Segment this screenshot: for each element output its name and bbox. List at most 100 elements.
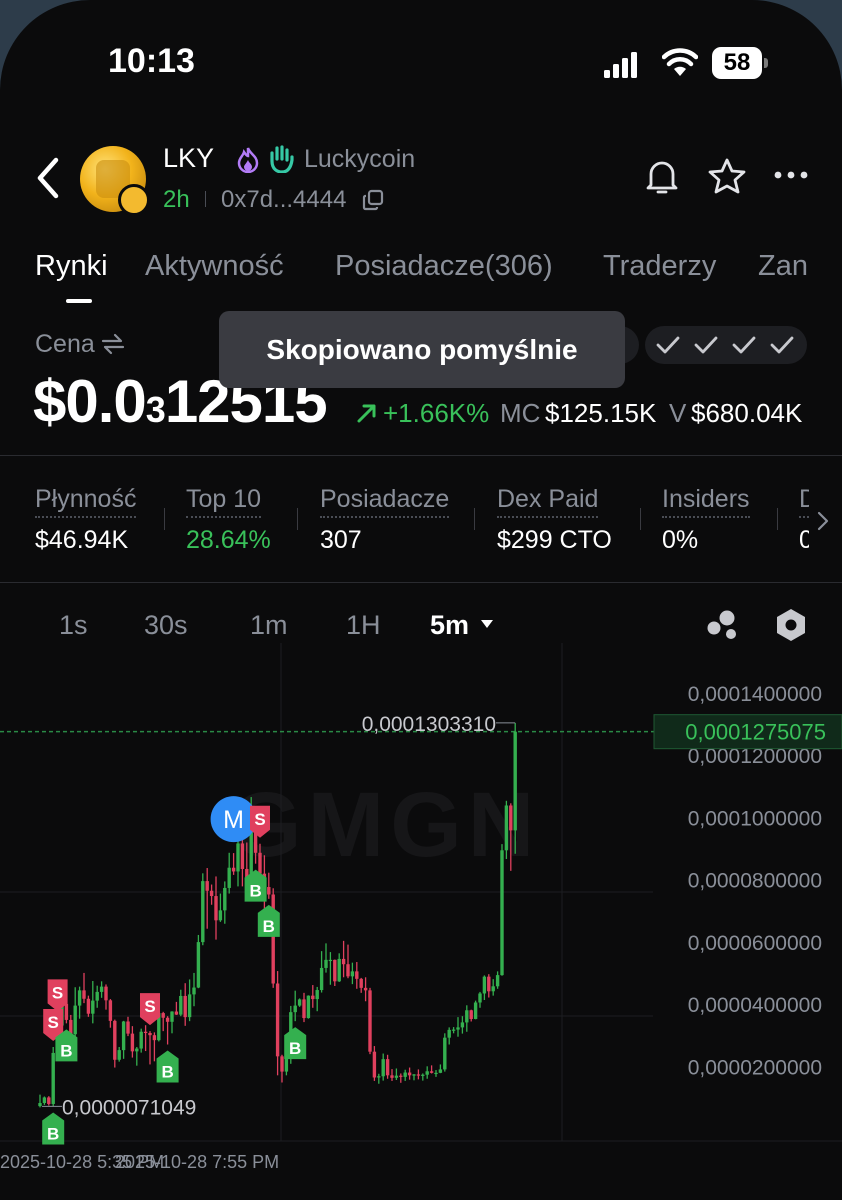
candle-body [135, 1048, 139, 1052]
tab-posiadacze[interactable]: Posiadacze(306) [335, 250, 553, 283]
candle-body [372, 1051, 377, 1078]
tab-aktywnosc[interactable]: Aktywność [145, 250, 284, 283]
token-name: Luckycoin [304, 145, 416, 173]
interval-1s[interactable]: 1s [59, 610, 88, 641]
token-symbol: LKY [163, 143, 215, 173]
y-axis-tick-label: 0,0001400000 [688, 683, 822, 706]
candle-body [399, 1075, 403, 1077]
market-cap-value: $125.15K [545, 398, 657, 428]
stat-d-label[interactable]: D [799, 485, 809, 518]
low-annotation-label: 0,0000071049 [62, 1096, 196, 1119]
star-icon[interactable] [707, 157, 747, 195]
divider [640, 508, 641, 530]
candle-body [438, 1069, 443, 1073]
candle [306, 995, 311, 1019]
divider [474, 508, 475, 530]
stat-holders-label[interactable]: Posiadacze [320, 485, 450, 518]
candle-body [293, 1005, 297, 1013]
candle-body [319, 967, 324, 991]
candle-body [368, 990, 372, 1052]
candle-body [95, 991, 99, 1001]
trade-marker-m: M [210, 796, 257, 843]
divider [205, 191, 206, 207]
candle-body [377, 1076, 381, 1078]
candle-body [86, 998, 91, 1014]
swap-icon[interactable] [101, 333, 125, 355]
candle-body [346, 964, 350, 977]
candle-body [500, 850, 504, 976]
marker-letter: M [223, 806, 244, 834]
tab-zan[interactable]: Zan [758, 250, 808, 283]
volume-label: V [669, 398, 687, 428]
candle-body [99, 986, 104, 992]
active-tab-indicator [66, 299, 92, 303]
contract-address[interactable]: 0x7d...4444 [221, 186, 346, 214]
high-annotation-label: 0,0001303310 [362, 713, 496, 736]
candle-body [394, 1075, 399, 1078]
more-options-icon[interactable] [774, 170, 808, 180]
interval-1h[interactable]: 1H [346, 610, 381, 641]
interval-5m[interactable]: 5m [430, 610, 469, 641]
settings-hexagon-icon[interactable] [774, 607, 808, 643]
caret-down-icon[interactable] [480, 619, 494, 629]
x-axis-label: 2025-10-28 7:55 PM [115, 1152, 279, 1172]
marker-letter: B [161, 1063, 173, 1082]
candle-body [240, 843, 245, 869]
divider [0, 455, 842, 456]
y-axis-tick-label: 0,0000200000 [688, 1056, 822, 1079]
candle-body [126, 1021, 130, 1034]
check-icon [656, 336, 680, 354]
candle-body [104, 986, 108, 1001]
candle-body [201, 881, 205, 943]
candle-body [434, 1072, 438, 1075]
candle-body [421, 1074, 425, 1076]
candle [500, 844, 504, 976]
marker-letter: B [289, 1039, 301, 1058]
chevron-right-icon[interactable] [816, 510, 830, 532]
candle-body [403, 1072, 407, 1077]
interval-30s[interactable]: 30s [144, 610, 188, 641]
candle-body [407, 1072, 412, 1076]
candle-body [121, 1021, 126, 1051]
stat-insiders-label[interactable]: Insiders [662, 485, 750, 518]
candle-body [311, 995, 315, 1000]
interval-1m[interactable]: 1m [250, 610, 288, 641]
candle-body [337, 958, 341, 982]
tab-rynki[interactable]: Rynki [35, 250, 108, 283]
current-price-label: 0,0001275075 [685, 720, 826, 745]
candle-body [113, 1020, 117, 1060]
candle-body [148, 1032, 152, 1036]
stat-top10-value: 28.64% [186, 526, 271, 554]
bell-icon[interactable] [644, 158, 680, 196]
check-icon [732, 336, 756, 354]
candle-body [504, 805, 509, 851]
market-cap-label: MC [500, 398, 541, 428]
candle [51, 1047, 55, 1107]
candle-body [236, 843, 240, 872]
tab-traderzy[interactable]: Traderzy [603, 250, 716, 283]
indicators-icon[interactable] [705, 608, 739, 642]
candle-body [412, 1074, 416, 1076]
candle-body [451, 1029, 456, 1031]
divider [0, 582, 842, 583]
fire-icon [237, 147, 259, 173]
candle-body [473, 1002, 478, 1019]
candle-body [258, 852, 262, 874]
y-axis-tick-label: 0,0000800000 [688, 870, 822, 893]
stat-top10-label[interactable]: Top 10 [186, 485, 262, 518]
candle-body [51, 1052, 55, 1104]
copy-icon[interactable] [362, 189, 384, 211]
security-checks[interactable] [615, 326, 807, 364]
stat-liquidity-label[interactable]: Płynność [35, 485, 137, 518]
candle-body [302, 999, 306, 1019]
candle-body [187, 994, 192, 1018]
battery-level: 58 [712, 47, 762, 79]
back-arrow-icon[interactable] [34, 156, 60, 200]
price-chart[interactable]: GMGN0,00014000000,00012000000,0001000000… [0, 643, 842, 1200]
candle-body [267, 887, 271, 895]
candle-body [429, 1071, 434, 1073]
candle-body [443, 1037, 447, 1070]
y-axis-tick-label: 0,0000400000 [688, 994, 822, 1017]
stat-dexpaid-label[interactable]: Dex Paid [497, 485, 599, 518]
candle-body [315, 990, 319, 1000]
